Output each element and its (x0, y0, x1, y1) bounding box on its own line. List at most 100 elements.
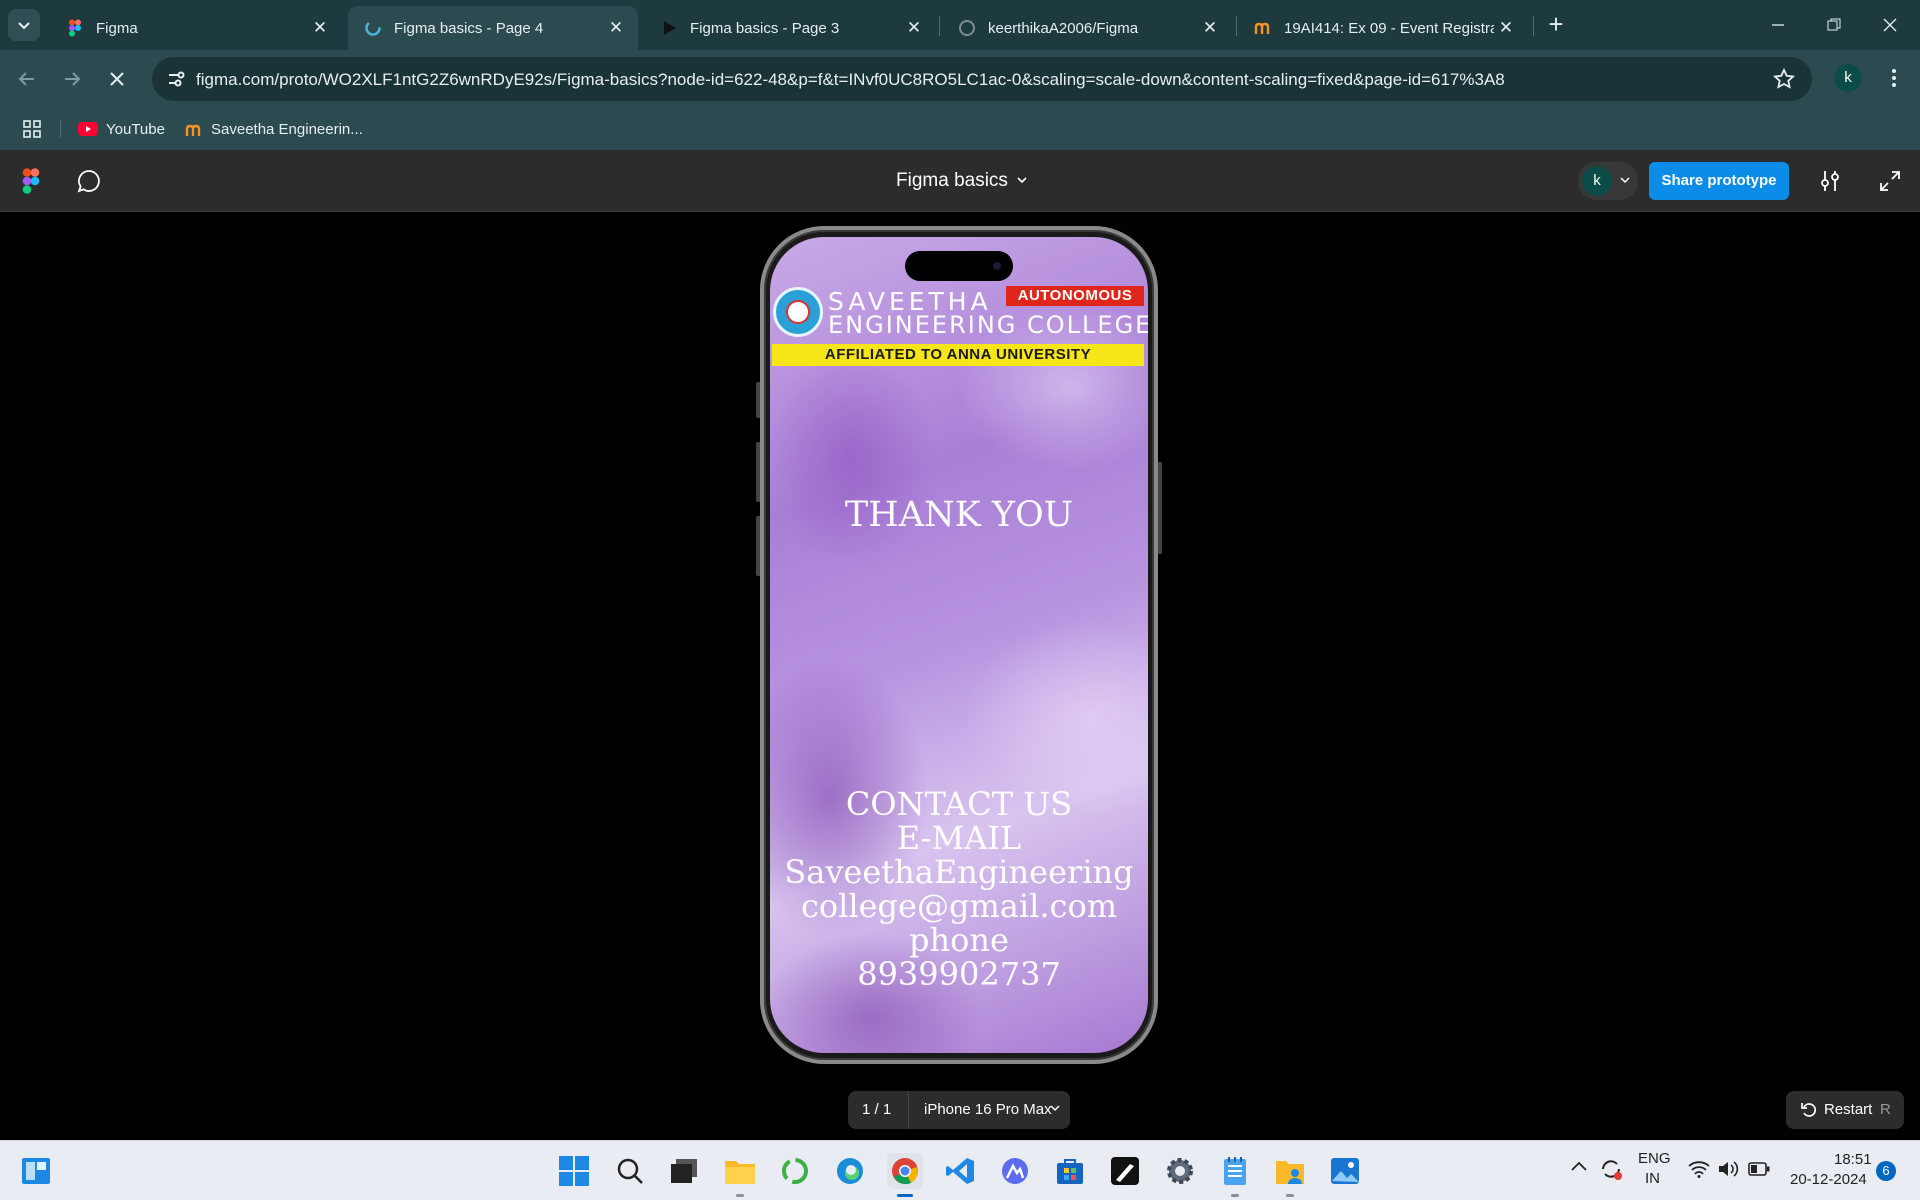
close-icon[interactable]: ✕ (1198, 18, 1222, 38)
search-button[interactable] (612, 1153, 648, 1189)
url-text[interactable]: figma.com/proto/WO2XLF1ntG2Z6wnRDyE92s/F… (196, 70, 1505, 90)
share-prototype-button[interactable]: Share prototype (1649, 162, 1789, 200)
fullscreen-icon[interactable] (1878, 169, 1902, 193)
chrome-button[interactable] (887, 1153, 923, 1197)
close-icon (110, 72, 124, 86)
phone-value: 8939902737 (857, 955, 1061, 993)
edge-icon (837, 1158, 863, 1184)
tab-separator (1533, 16, 1534, 36)
device-selector[interactable]: iPhone 16 Pro Max (924, 1101, 1052, 1118)
email-value-part1: SaveethaEngineering (784, 853, 1134, 891)
site-settings-icon[interactable] (166, 69, 186, 89)
tab-separator (939, 16, 940, 36)
file-explorer-button[interactable] (722, 1153, 758, 1197)
photos-button[interactable] (1327, 1153, 1363, 1189)
github-icon (959, 20, 975, 36)
windows-icon (559, 1156, 589, 1186)
profile-avatar[interactable]: k (1834, 64, 1862, 92)
restart-label: Restart (1824, 1101, 1873, 1118)
bookmark-label: Saveetha Engineerin... (211, 120, 363, 138)
tab-search-button[interactable] (8, 9, 40, 41)
pen-app-icon (1111, 1157, 1139, 1185)
file-title[interactable]: Figma basics (896, 170, 1008, 192)
folder-app-button[interactable] (1272, 1153, 1308, 1197)
user-menu[interactable]: k (1578, 162, 1638, 200)
chevron-down-icon (18, 22, 30, 30)
tab-figma-basics-page-4[interactable]: Figma basics - Page 4 ✕ (348, 6, 638, 50)
apps-button[interactable] (22, 116, 42, 142)
vscode-button[interactable] (942, 1153, 978, 1189)
windows-taskbar (0, 1140, 1920, 1200)
refresh-app-button[interactable] (777, 1153, 813, 1189)
tab-title: Figma basics - Page 3 (690, 19, 840, 37)
wifi-icon[interactable] (1688, 1160, 1710, 1178)
store-button[interactable] (1052, 1153, 1088, 1189)
bookmark-label: YouTube (106, 120, 165, 138)
task-view-button[interactable] (666, 1153, 702, 1189)
restart-button[interactable]: Restart R (1786, 1091, 1904, 1129)
comment-icon[interactable] (76, 168, 102, 194)
restore-button[interactable] (1806, 0, 1862, 50)
close-icon (1883, 18, 1897, 32)
volume-icon[interactable] (1717, 1159, 1739, 1179)
close-icon[interactable]: ✕ (1494, 18, 1518, 38)
tab-title: keerthikaA2006/Figma (988, 19, 1139, 37)
restart-shortcut: R (1880, 1101, 1891, 1118)
clock-time[interactable]: 18:51 (1834, 1151, 1872, 1168)
tab-figma-basics-page-3[interactable]: Figma basics - Page 3 ✕ (644, 6, 936, 50)
bookmark-youtube[interactable]: YouTube (78, 116, 165, 142)
notepad-button[interactable] (1217, 1153, 1253, 1197)
notification-badge[interactable]: 6 (1876, 1161, 1896, 1181)
arrow-right-icon (65, 72, 81, 86)
app-a-button[interactable] (997, 1153, 1033, 1189)
circular-arrows-icon (782, 1158, 808, 1184)
drawing-app-button[interactable] (1107, 1153, 1143, 1189)
language-region[interactable]: IN (1645, 1170, 1660, 1187)
chevron-down-icon[interactable] (1016, 176, 1028, 186)
star-icon[interactable] (1772, 67, 1796, 91)
minimize-button[interactable] (1750, 0, 1806, 50)
tab-event-registration[interactable]: 19AI414: Ex 09 - Event Registrat ✕ (1238, 6, 1528, 50)
figma-icon (69, 19, 81, 37)
widgets-button[interactable] (18, 1153, 54, 1189)
college-name-line2: ENGINEERING COLLEGE (828, 311, 1148, 339)
settings-sliders-icon[interactable] (1817, 168, 1843, 194)
phone-label: phone (909, 921, 1009, 959)
tab-figma[interactable]: Figma ✕ (50, 6, 342, 50)
restart-icon (1801, 1103, 1817, 1117)
tab-title: Figma basics - Page 4 (394, 19, 544, 37)
prototype-screen[interactable]: SAVEETHA ENGINEERING COLLEGE AUTONOMOUS … (770, 237, 1148, 1053)
bookmark-saveetha[interactable]: Saveetha Engineerin... (185, 116, 363, 142)
settings-button[interactable] (1162, 1153, 1198, 1189)
browser-tab-strip: Figma ✕ Figma basics - Page 4 ✕ Figma ba… (0, 0, 1920, 50)
figma-logo-icon[interactable] (22, 168, 40, 194)
new-tab-button[interactable]: + (1541, 10, 1571, 40)
close-window-button[interactable] (1862, 0, 1918, 50)
frame-pager[interactable]: 1 / 1 iPhone 16 Pro Max (848, 1091, 1070, 1129)
tab-github-figma[interactable]: keerthikaA2006/Figma ✕ (942, 6, 1232, 50)
edge-button[interactable] (832, 1153, 868, 1189)
tab-title: 19AI414: Ex 09 - Event Registrat (1284, 19, 1494, 37)
folder-icon (725, 1161, 755, 1184)
notepad-icon (1224, 1157, 1246, 1185)
close-icon[interactable]: ✕ (604, 18, 628, 38)
address-bar[interactable]: figma.com/proto/WO2XLF1ntG2Z6wnRDyE92s/F… (152, 57, 1812, 101)
clock-date[interactable]: 20-12-2024 (1790, 1171, 1867, 1188)
college-seal-logo (773, 287, 823, 337)
close-icon[interactable]: ✕ (902, 18, 926, 38)
language-code[interactable]: ENG (1638, 1150, 1671, 1167)
stop-loading-button[interactable] (100, 62, 134, 96)
apps-grid-icon (23, 120, 41, 138)
chevron-up-icon[interactable] (1570, 1160, 1588, 1172)
start-button[interactable] (556, 1153, 592, 1189)
autonomous-badge: AUTONOMOUS (1006, 286, 1144, 306)
back-button[interactable] (10, 62, 44, 96)
photos-icon (1331, 1158, 1359, 1184)
thank-you-heading: THANK YOU (844, 495, 1074, 535)
browser-menu-button[interactable] (1880, 64, 1908, 92)
restore-icon (1827, 18, 1841, 31)
forward-button[interactable] (55, 62, 89, 96)
battery-icon[interactable] (1748, 1162, 1770, 1176)
close-icon[interactable]: ✕ (308, 18, 332, 38)
sync-icon[interactable] (1598, 1156, 1624, 1182)
